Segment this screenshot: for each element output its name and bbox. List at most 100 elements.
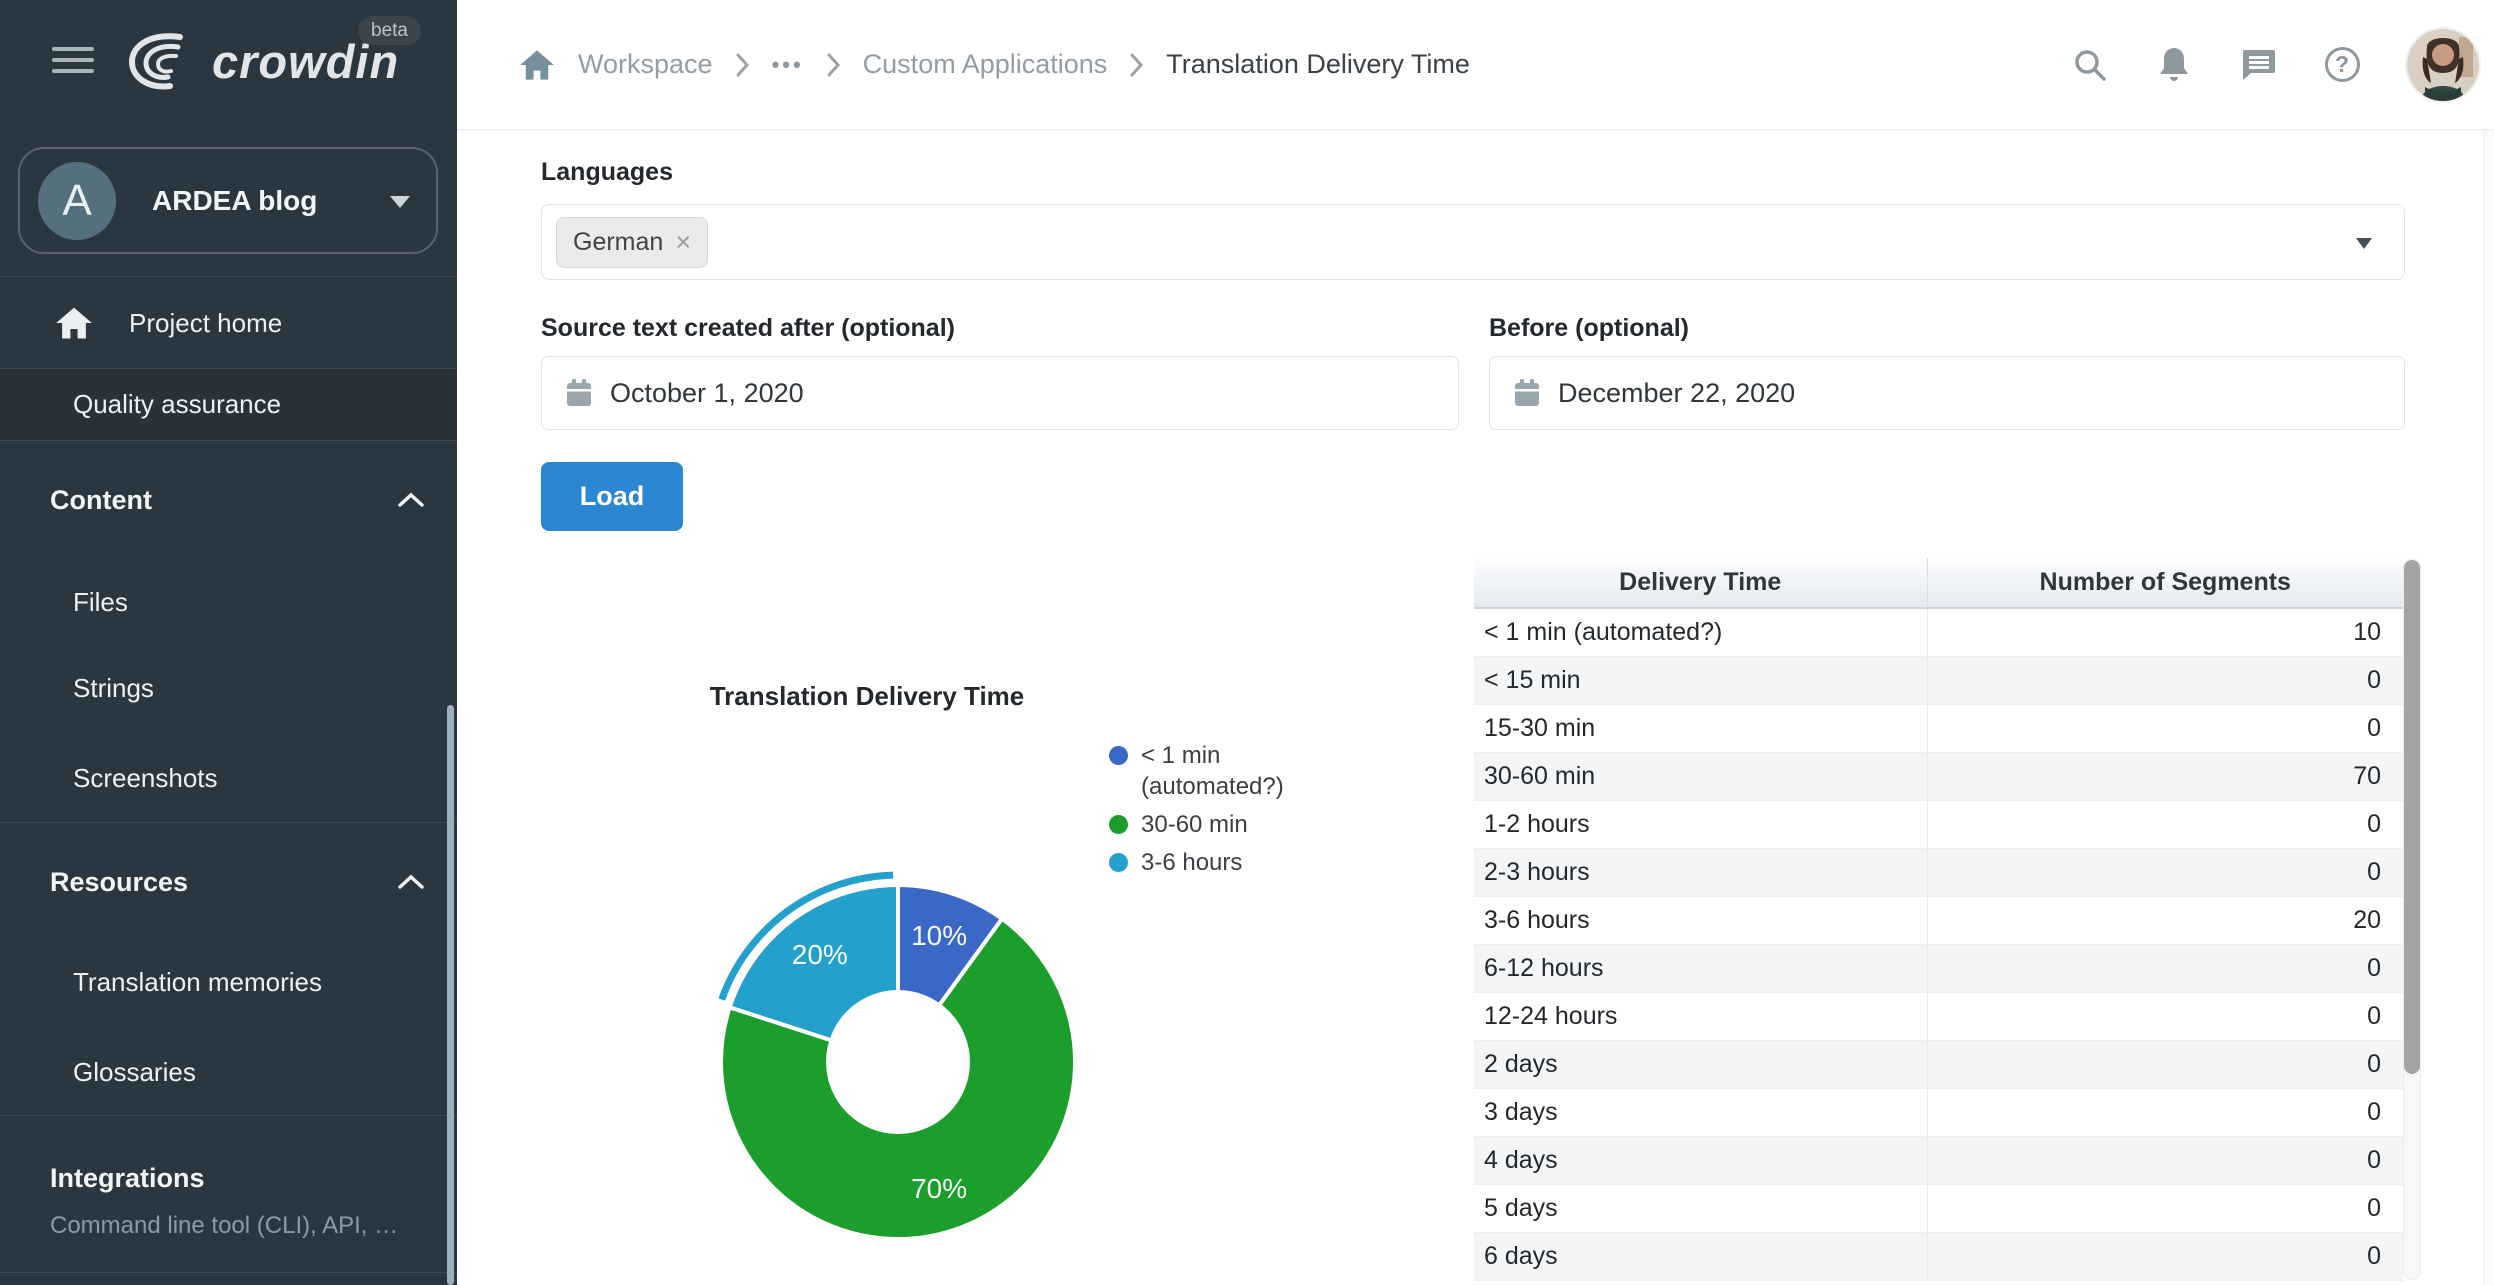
divider	[0, 1115, 457, 1116]
chart-legend: < 1 min (automated?) 30-60 min 3-6 hours	[1109, 740, 1339, 885]
legend-item-3-6-hours[interactable]: 3-6 hours	[1109, 847, 1339, 878]
sidebar-item-label: Files	[73, 587, 128, 618]
sidebar-section-resources[interactable]: Resources	[0, 852, 457, 912]
table-row: 6 days0	[1474, 1232, 2403, 1280]
messages-icon[interactable]	[2239, 46, 2277, 84]
crowdin-logo-icon	[118, 29, 206, 93]
breadcrumb: Workspace ••• Custom Applications Transl…	[518, 46, 1470, 84]
sidebar-item-glossaries[interactable]: Glossaries	[0, 1042, 457, 1102]
after-date-value: October 1, 2020	[610, 378, 804, 409]
app-root: { "sidebar": { "brand": "crowdin", "beta…	[0, 0, 2494, 1285]
sidebar-section-content[interactable]: Content	[0, 470, 457, 530]
legend-label: 30-60 min	[1141, 809, 1248, 840]
cell-number-of-segments: 0	[1927, 656, 2403, 704]
notifications-bell-icon[interactable]	[2155, 46, 2193, 84]
sidebar-scrollbar[interactable]	[447, 705, 454, 1285]
column-header-number-of-segments[interactable]: Number of Segments	[1927, 558, 2403, 608]
before-date-label: Before (optional)	[1489, 314, 1689, 343]
legend-label: < 1 min (automated?)	[1141, 740, 1339, 802]
beta-badge: beta	[358, 16, 421, 45]
donut-chart: 10%70%20%	[688, 852, 1108, 1272]
load-button[interactable]: Load	[541, 462, 683, 531]
home-icon	[55, 306, 93, 340]
remove-tag-icon[interactable]: ×	[675, 227, 691, 258]
cell-number-of-segments: 0	[1927, 1232, 2403, 1280]
language-tag-label: German	[573, 228, 663, 257]
table-row: 6-12 hours0	[1474, 944, 2403, 992]
cell-number-of-segments: 0	[1927, 944, 2403, 992]
table-row: 2 days0	[1474, 1040, 2403, 1088]
table-header-row: Delivery Time Number of Segments	[1474, 558, 2403, 608]
breadcrumb-workspace[interactable]: Workspace	[578, 49, 713, 80]
sidebar-section-integrations[interactable]: Integrations	[0, 1148, 457, 1208]
sidebar-item-label: Translation memories	[73, 967, 322, 998]
hamburger-menu-icon[interactable]	[52, 47, 94, 77]
cell-delivery-time: 3-6 hours	[1474, 896, 1927, 944]
slice-percent-label: 20%	[792, 939, 848, 970]
cell-delivery-time: 30-60 min	[1474, 752, 1927, 800]
breadcrumb-ellipsis[interactable]: •••	[772, 52, 804, 78]
breadcrumb-custom-applications[interactable]: Custom Applications	[863, 49, 1108, 80]
cell-number-of-segments: 10	[1927, 608, 2403, 656]
cell-delivery-time: 6-12 hours	[1474, 944, 1927, 992]
sidebar-item-files[interactable]: Files	[0, 572, 457, 632]
cell-number-of-segments: 20	[1927, 896, 2403, 944]
legend-item-30-60-min[interactable]: 30-60 min	[1109, 809, 1339, 840]
cell-number-of-segments: 0	[1927, 1136, 2403, 1184]
cell-delivery-time: 3 days	[1474, 1088, 1927, 1136]
before-date-input[interactable]: December 22, 2020	[1489, 356, 2405, 430]
cell-delivery-time: 2 days	[1474, 1040, 1927, 1088]
sidebar: crowdin beta A ARDEA blog Project home Q…	[0, 0, 457, 1285]
chevron-right-icon	[1129, 52, 1144, 78]
table-row: 4 days0	[1474, 1136, 2403, 1184]
section-title: Content	[50, 485, 152, 516]
chevron-down-icon	[2356, 238, 2372, 257]
main-content: Languages German × Source text created a…	[457, 130, 2494, 1285]
integrations-subtitle: Command line tool (CLI), API, …	[0, 1212, 457, 1240]
donut-chart-wrap: 10%70%20%	[688, 852, 1108, 1272]
calendar-icon	[1514, 379, 1540, 407]
cell-number-of-segments: 0	[1927, 1040, 2403, 1088]
topbar: Workspace ••• Custom Applications Transl…	[457, 0, 2494, 130]
table-scrollbar-thumb[interactable]	[2404, 560, 2420, 1074]
crowdin-logo[interactable]: crowdin	[118, 28, 399, 94]
divider	[0, 1272, 457, 1273]
legend-dot-icon	[1109, 815, 1128, 834]
cell-delivery-time: < 1 min (automated?)	[1474, 608, 1927, 656]
chevron-up-icon	[397, 874, 425, 890]
after-date-input[interactable]: October 1, 2020	[541, 356, 1459, 430]
workspace-home-icon[interactable]	[518, 46, 556, 84]
cell-delivery-time: 1-2 hours	[1474, 800, 1927, 848]
cell-delivery-time: 5 days	[1474, 1184, 1927, 1232]
legend-item-1-min-automated[interactable]: < 1 min (automated?)	[1109, 740, 1339, 802]
languages-select[interactable]: German ×	[541, 204, 2405, 280]
chart-title: Translation Delivery Time	[607, 681, 1127, 712]
column-header-delivery-time[interactable]: Delivery Time	[1474, 558, 1927, 608]
legend-label: 3-6 hours	[1141, 847, 1242, 878]
sidebar-item-label: Glossaries	[73, 1057, 196, 1088]
sidebar-item-project-home[interactable]: Project home	[0, 283, 457, 363]
help-icon[interactable]: ?	[2323, 46, 2361, 84]
chevron-down-icon	[390, 196, 410, 218]
table-row: 3 days0	[1474, 1088, 2403, 1136]
page-scrollbar-track[interactable]	[2483, 130, 2494, 1285]
calendar-icon	[566, 379, 592, 407]
table-row: 15-30 min0	[1474, 704, 2403, 752]
project-selector[interactable]: A ARDEA blog	[18, 147, 438, 254]
table-row: 1-2 hours0	[1474, 800, 2403, 848]
section-title: Integrations	[50, 1163, 205, 1194]
user-avatar[interactable]	[2407, 29, 2479, 101]
sidebar-item-strings[interactable]: Strings	[0, 658, 457, 718]
sidebar-item-translation-memories[interactable]: Translation memories	[0, 952, 457, 1012]
cell-delivery-time: 6 days	[1474, 1232, 1927, 1280]
divider	[0, 440, 457, 441]
sidebar-item-screenshots[interactable]: Screenshots	[0, 748, 457, 808]
chevron-right-icon	[735, 52, 750, 78]
cell-delivery-time: < 15 min	[1474, 656, 1927, 704]
table-row: < 15 min0	[1474, 656, 2403, 704]
topbar-actions: ?	[2071, 29, 2479, 101]
search-icon[interactable]	[2071, 46, 2109, 84]
table-row: 2-3 hours0	[1474, 848, 2403, 896]
sidebar-item-quality-assurance[interactable]: Quality assurance	[0, 369, 457, 440]
donut-hole	[826, 990, 970, 1134]
